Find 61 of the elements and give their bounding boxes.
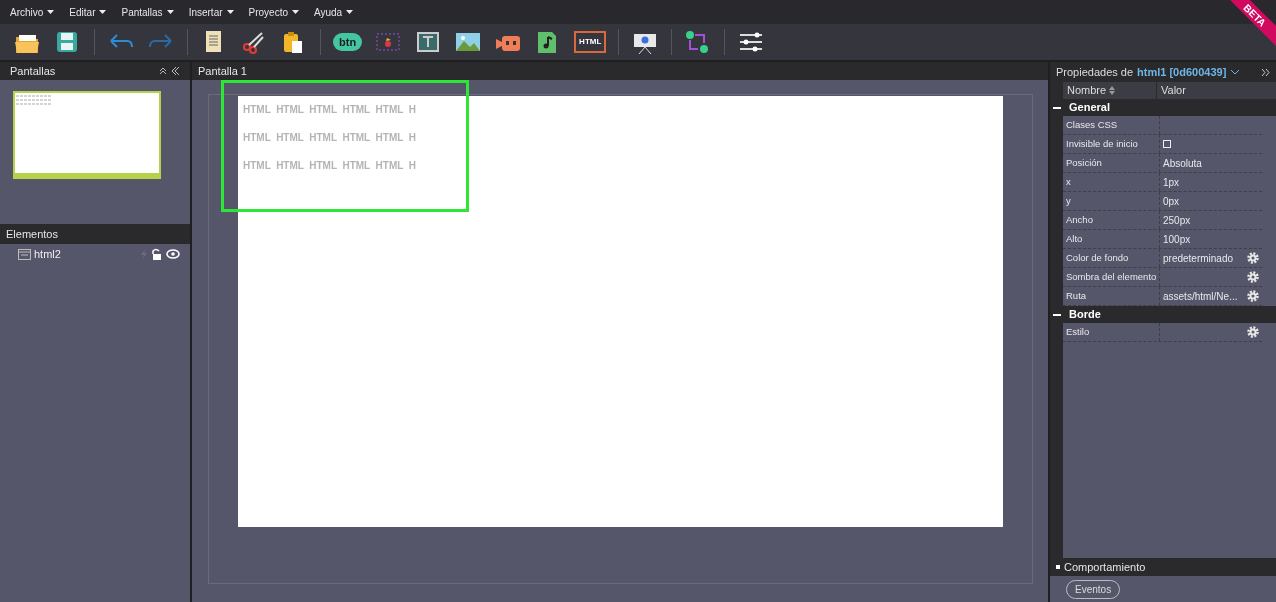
panel-title: Propiedades de (1056, 64, 1134, 80)
expand-icon[interactable] (1261, 67, 1270, 77)
caret-icon[interactable] (346, 10, 354, 14)
property-name: Clases CSS (1063, 116, 1160, 134)
property-value[interactable]: predeterminado (1163, 250, 1234, 266)
element-name[interactable]: html2 (34, 245, 61, 263)
property-name: Invisible de inicio (1063, 135, 1160, 153)
caret-icon[interactable] (226, 10, 234, 14)
checkbox[interactable] (1163, 140, 1171, 148)
property-value[interactable]: 1px (1163, 174, 1180, 190)
menu-item[interactable]: Pantallas (121, 4, 174, 20)
settings-icon[interactable] (1247, 290, 1259, 302)
html-file-icon (18, 248, 31, 260)
property-value[interactable]: 0px (1163, 193, 1180, 209)
section-title: Comportamiento (1064, 559, 1146, 575)
property-name: Color de fondo (1063, 249, 1160, 267)
property-name: y (1063, 192, 1160, 210)
chevron-down-icon[interactable] (1230, 69, 1241, 75)
sort-icon[interactable] (1109, 86, 1116, 95)
element-selector[interactable]: html1 [0d600439] (1137, 63, 1227, 81)
group-title: Borde (1069, 307, 1101, 323)
menu-item[interactable]: Editar (69, 4, 107, 20)
placeholder-text: HTML HTML HTML HTML HTML H (243, 104, 417, 116)
column-header[interactable]: Nombre (1063, 82, 1156, 99)
panel-title: Elementos (6, 226, 58, 242)
bullet-icon (1056, 565, 1060, 569)
insert-button-tool[interactable]: btn (333, 33, 363, 51)
panel-title: Pantallas (10, 63, 56, 79)
screen-tab[interactable]: Pantalla 1 (198, 62, 247, 80)
property-name: Estilo (1063, 323, 1160, 341)
caret-icon[interactable] (47, 10, 55, 14)
property-name: Ancho (1063, 211, 1160, 229)
collapse-icon[interactable] (158, 66, 180, 76)
menu-item[interactable]: Insertar (188, 4, 234, 20)
settings-icon[interactable] (1247, 252, 1259, 264)
placeholder-text: HTML HTML HTML HTML HTML H (243, 132, 417, 144)
insert-html-tool[interactable]: HTML (574, 31, 607, 53)
property-value[interactable]: assets/html/Ne... (1163, 288, 1238, 304)
property-name: x (1063, 173, 1160, 191)
property-value[interactable]: 100px (1163, 231, 1191, 247)
menu-item[interactable]: Ayuda (314, 4, 354, 20)
html-placeholder-drawing (15, 94, 52, 106)
caret-icon[interactable] (292, 10, 299, 14)
property-value[interactable]: Absoluta (1163, 155, 1202, 171)
settings-icon[interactable] (1247, 271, 1259, 283)
caret-icon[interactable] (99, 10, 107, 14)
menu-item[interactable]: Archivo (10, 4, 55, 20)
group-title: General (1069, 100, 1110, 116)
property-name: Posición (1063, 154, 1160, 172)
property-value[interactable]: 250px (1163, 212, 1191, 228)
property-name: Ruta (1063, 287, 1160, 305)
screen-thumbnail[interactable] (12, 91, 161, 179)
unlocked-lock-icon[interactable] (151, 248, 163, 260)
settings-icon[interactable] (1247, 326, 1259, 338)
property-name: Alto (1063, 230, 1160, 248)
placeholder-text: HTML HTML HTML HTML HTML H (243, 160, 417, 172)
caret-icon[interactable] (166, 10, 174, 14)
selection-frame[interactable] (221, 80, 469, 212)
property-name: Sombra del elemento (1063, 268, 1160, 286)
eye-icon[interactable] (166, 249, 180, 259)
menu-item[interactable]: Proyecto (248, 4, 299, 20)
